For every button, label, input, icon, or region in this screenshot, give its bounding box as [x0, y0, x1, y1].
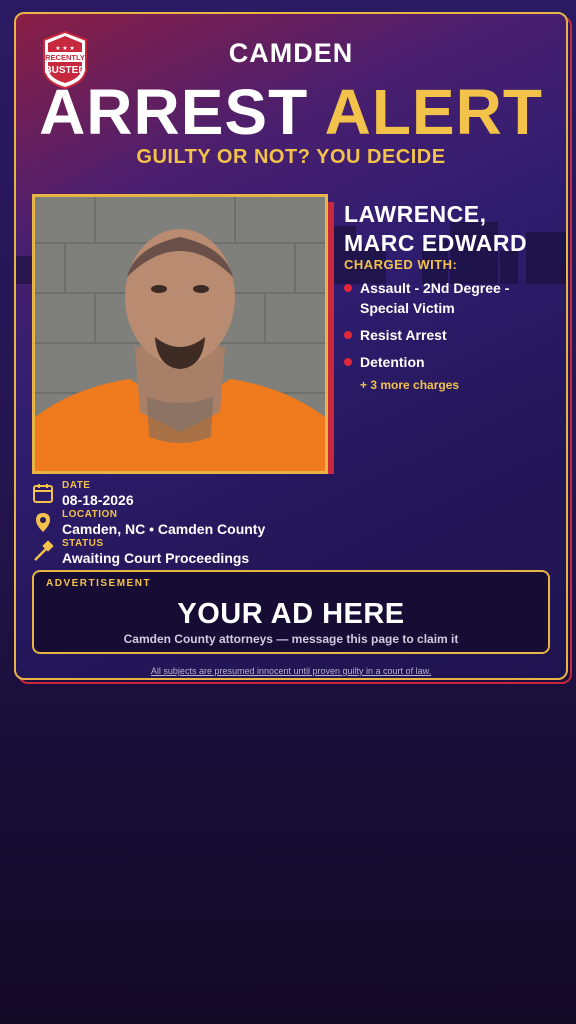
bullet-icon	[344, 358, 352, 366]
charge-text: Detention	[360, 354, 425, 370]
calendar-icon	[33, 484, 53, 503]
ad-label: ADVERTISEMENT	[46, 578, 152, 589]
subject-name: LAWRENCE, MARC EDWARD	[344, 200, 564, 258]
status-label: STATUS	[62, 538, 104, 549]
headline-alert: ALERT	[324, 76, 543, 148]
date-value: 08-18-2026	[62, 492, 134, 508]
ad-title: YOUR AD HERE	[177, 598, 405, 630]
charge-item: Detention	[344, 352, 554, 372]
more-charges-link[interactable]: + 3 more charges	[360, 378, 459, 392]
bullet-icon	[344, 331, 352, 339]
charge-text: Assault - 2Nd Degree - Special Victim	[360, 280, 510, 316]
disclaimer: All subjects are presumed innocent until…	[150, 666, 432, 676]
location-value: Camden, NC • Camden County	[62, 521, 266, 537]
tagline: GUILTY OR NOT? YOU DECIDE	[136, 146, 446, 168]
charge-item: Assault - 2Nd Degree - Special Victim	[344, 278, 554, 318]
advertisement-box[interactable]: ADVERTISEMENT YOUR AD HERE Camden County…	[32, 570, 550, 654]
charge-item: Resist Arrest	[344, 325, 554, 345]
subject-last-name: LAWRENCE,	[344, 201, 487, 227]
map-pin-icon	[36, 513, 50, 532]
headline-arrest: ARREST	[39, 76, 309, 148]
subject-first-name: MARC EDWARD	[344, 230, 528, 256]
gavel-icon	[34, 540, 54, 561]
location-label: LOCATION	[62, 509, 118, 520]
ad-subtitle: Camden County attorneys — message this p…	[123, 632, 459, 646]
charged-with-label: CHARGED WITH:	[344, 257, 458, 272]
bullet-icon	[344, 284, 352, 292]
mugshot-photo	[32, 194, 328, 474]
charges-list: Assault - 2Nd Degree - Special Victim Re…	[344, 278, 554, 379]
arrest-card: ★ ★ ★ RECENTLY BUSTED CAMDEN ARREST ALER…	[14, 12, 568, 680]
date-label: DATE	[62, 480, 91, 491]
charge-text: Resist Arrest	[360, 327, 447, 343]
headline: ARREST ALERT	[16, 80, 566, 144]
city-name: CAMDEN	[228, 38, 354, 68]
status-value: Awaiting Court Proceedings	[62, 550, 250, 566]
